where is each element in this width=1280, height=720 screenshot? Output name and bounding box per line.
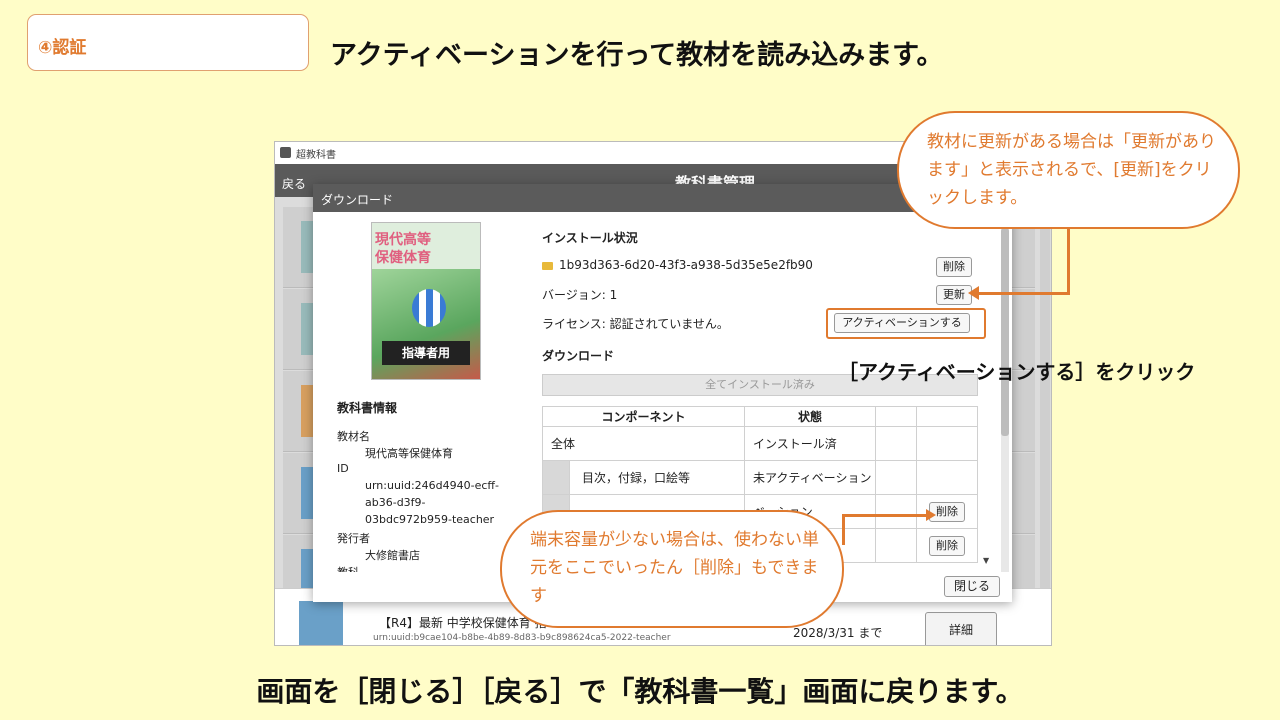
list-item-date: 2028/3/31 まで — [793, 626, 883, 640]
delete-component-button[interactable]: 削除 — [929, 535, 965, 556]
install-folder-id: 1b93d363-6d20-43f3-a938-5d35e5e2fb90 — [559, 258, 813, 272]
info-subject-label: 教科 — [337, 564, 359, 572]
scroll-down-arrow-icon[interactable]: ▼ — [983, 556, 989, 565]
balloon-icon — [412, 289, 446, 327]
col-status: 状態 — [744, 406, 876, 427]
folder-icon — [542, 261, 553, 270]
version-text: バージョン: 1 — [542, 288, 618, 302]
step-badge: ④認証 — [27, 14, 309, 71]
component-status: 未アクティベーション — [744, 460, 876, 495]
connector-line — [842, 514, 930, 517]
info-name-label: 教材名 — [337, 430, 370, 443]
callout-delete-text: 端末容量が少ない場合は、使わない単元をここでいったん［削除」もできます — [530, 530, 819, 606]
install-folder-row: 1b93d363-6d20-43f3-a938-5d35e5e2fb90 — [542, 258, 813, 272]
footer-instruction: 画面を［閉じる］［戻る］で「教科書一覧」画面に戻ります。 — [256, 675, 1024, 708]
info-id-value: ab36-d3f9- — [365, 496, 426, 509]
delete-install-button[interactable]: 削除 — [936, 257, 972, 277]
close-button[interactable]: 閉じる — [944, 576, 1000, 597]
connector-line — [1067, 227, 1070, 294]
component-name: 全体 — [542, 426, 745, 461]
activate-highlight — [826, 308, 986, 339]
info-publisher-value: 大修館書店 — [365, 549, 420, 562]
callout-update: 教材に更新がある場合は「更新があります」と表示されるで、[更新]をクリックします… — [897, 111, 1240, 229]
callout-delete: 端末容量が少ない場合は、使わない単元をここでいったん［削除」もできます — [500, 510, 844, 628]
info-name-value: 現代高等保健体育 — [365, 447, 453, 460]
cover-tag: 指導者用 — [382, 341, 470, 365]
info-heading: 教科書情報 — [337, 401, 398, 415]
info-id-value: urn:uuid:246d4940-ecff- — [365, 479, 499, 492]
table-row: 全体 インストール済 — [542, 426, 978, 461]
info-id-value: 03bdc972b959-teacher — [365, 513, 495, 526]
install-heading: インストール状況 — [542, 231, 638, 245]
scrollbar-thumb[interactable] — [1001, 228, 1009, 436]
callout-update-text: 教材に更新がある場合は「更新があります」と表示されるで、[更新]をクリックします… — [927, 132, 1216, 208]
connector-line — [978, 292, 1070, 295]
activate-note: ［アクティベーションする］をクリック — [838, 360, 1196, 384]
step-badge-label: ④認証 — [38, 38, 87, 58]
arrow-right-icon — [926, 509, 936, 521]
component-status: インストール済 — [744, 426, 876, 461]
download-heading: ダウンロード — [542, 349, 615, 363]
connector-line — [842, 515, 845, 545]
back-button[interactable]: 戻る — [282, 175, 306, 192]
window-title: 超教科書 — [296, 150, 336, 161]
info-id-label: ID — [337, 462, 349, 475]
app-icon — [280, 147, 291, 158]
list-item-id: urn:uuid:b9cae104-b8be-4b89-8d83-b9c8986… — [373, 633, 671, 643]
app-scrollbar[interactable] — [1040, 197, 1050, 645]
book-cover: 現代高等 保健体育 指導者用 — [371, 222, 481, 380]
list-item-title: 【R4】最新 中学校保健体育 指 — [379, 616, 547, 630]
info-publisher-label: 発行者 — [337, 532, 370, 545]
table-row: 目次，付録，口絵等 未アクティベーション — [542, 460, 978, 495]
cover-title-line1: 現代高等 — [375, 232, 431, 248]
dialog-scrollbar[interactable] — [1001, 226, 1009, 572]
license-text: ライセンス: 認証されていません。 — [542, 317, 729, 331]
col-component: コンポーネント — [542, 406, 745, 427]
cover-title-line2: 保健体育 — [375, 250, 431, 266]
arrow-left-icon — [968, 286, 979, 300]
dialog-title: ダウンロード — [321, 193, 394, 207]
detail-button[interactable]: 詳細 — [925, 612, 997, 645]
update-button[interactable]: 更新 — [936, 285, 972, 305]
list-thumbnail — [299, 601, 343, 645]
component-name: 目次，付録，口絵等 — [569, 460, 745, 495]
headline: アクティベーションを行って教材を読み込みます。 — [330, 40, 944, 71]
